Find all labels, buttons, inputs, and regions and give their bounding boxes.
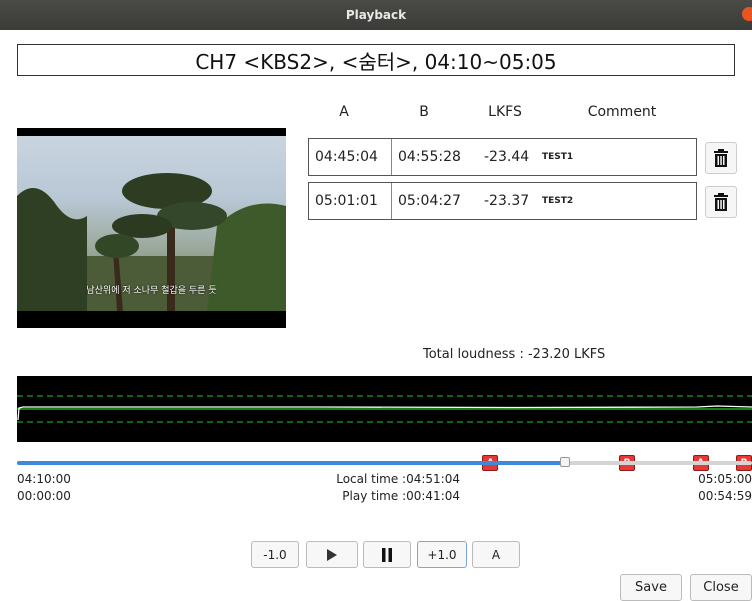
- loudness-row[interactable]: 05:01:01 05:04:27 -23.37 TEST2: [308, 182, 697, 220]
- timeline-handle[interactable]: [559, 457, 570, 467]
- save-label: Save: [635, 580, 667, 595]
- row-a-time: 05:01:01: [309, 183, 392, 219]
- forward-button[interactable]: +1.0: [417, 541, 467, 568]
- start-time: 04:10:00: [17, 472, 71, 486]
- delete-row-2-button[interactable]: [705, 186, 737, 218]
- pause-button[interactable]: [363, 541, 411, 568]
- row-lkfs: -23.37: [484, 193, 530, 209]
- window-title: Playback: [345, 8, 407, 22]
- column-header-b: B: [419, 104, 429, 120]
- row-b-time: 04:55:28: [398, 149, 461, 165]
- row-comment: TEST1: [542, 152, 574, 162]
- save-button[interactable]: Save: [620, 574, 682, 601]
- total-loudness: Total loudness : -23.20 LKFS: [423, 347, 606, 362]
- program-title: CH7 <KBS2>, <숨터>, 04:10~05:05: [195, 49, 557, 74]
- close-button[interactable]: Close: [690, 574, 752, 601]
- start-play-time: 00:00:00: [17, 489, 71, 503]
- delete-row-1-button[interactable]: [705, 142, 737, 174]
- video-preview[interactable]: 남산위에 저 소나무 철갑을 두른 듯: [17, 128, 286, 328]
- rewind-button[interactable]: -1.0: [251, 541, 299, 568]
- end-play-time: 00:54:59: [698, 489, 752, 503]
- column-header-lkfs: LKFS: [488, 104, 522, 120]
- mark-a-button[interactable]: A: [472, 541, 520, 568]
- rewind-label: -1.0: [263, 547, 287, 562]
- column-header-a: A: [339, 104, 349, 120]
- play-icon: [327, 548, 337, 561]
- trash-icon: [714, 193, 728, 211]
- row-b-time: 05:04:27: [398, 193, 461, 209]
- loudness-row[interactable]: 04:45:04 04:55:28 -23.44 TEST1: [308, 138, 697, 176]
- video-subtitle: 남산위에 저 소나무 철갑을 두른 듯: [86, 286, 217, 296]
- end-time: 05:05:00: [698, 472, 752, 486]
- column-header-comment: Comment: [587, 104, 657, 120]
- play-button[interactable]: [306, 541, 358, 568]
- timeline-progress: [17, 461, 565, 465]
- row-lkfs: -23.44: [484, 149, 530, 165]
- window-close-icon[interactable]: [742, 7, 752, 21]
- window-titlebar: Playback: [0, 0, 752, 30]
- timeline-slider[interactable]: [17, 457, 752, 467]
- trash-icon: [714, 149, 728, 167]
- row-comment: TEST2: [542, 196, 574, 206]
- program-header: CH7 <KBS2>, <숨터>, 04:10~05:05: [17, 44, 735, 76]
- local-time: Local time :04:51:04: [336, 472, 460, 486]
- play-time: Play time :00:41:04: [342, 489, 460, 503]
- mark-a-label: A: [491, 547, 501, 562]
- pause-icon: [382, 547, 392, 562]
- close-label: Close: [703, 580, 739, 595]
- forward-label: +1.0: [427, 547, 457, 562]
- loudness-waveform[interactable]: [17, 376, 752, 442]
- row-a-time: 04:45:04: [309, 139, 392, 175]
